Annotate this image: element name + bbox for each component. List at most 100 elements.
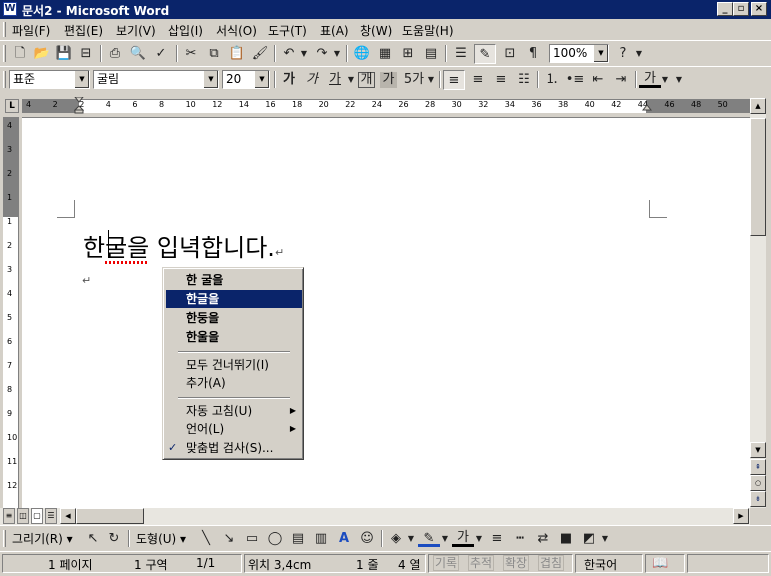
vertical-scrollbar[interactable]: ▲ ▼ ⇞ ○ ⇟ — [750, 98, 766, 508]
permission-icon[interactable]: ⊟ — [75, 44, 97, 64]
align-left-icon[interactable]: ≡ — [443, 70, 465, 90]
toolbar-options-icon[interactable]: ▼ — [634, 44, 644, 64]
autocorrect-item[interactable]: 자동 고침(U) ▶ — [166, 402, 302, 420]
toolbar-grip[interactable] — [3, 530, 6, 547]
horizontal-scrollbar[interactable]: ≡ ◫ ▢ ☰ ◀ ▶ — [0, 508, 750, 525]
font-color-draw-dropdown-icon[interactable]: ▼ — [474, 529, 484, 549]
undo-dropdown-icon[interactable]: ▼ — [299, 44, 309, 64]
char-border-button[interactable]: 개 — [358, 72, 375, 88]
font-size-dropdown-icon[interactable]: ▼ — [254, 71, 269, 88]
save-icon[interactable]: 💾 — [53, 44, 75, 64]
free-rotate-icon[interactable]: ↻ — [103, 529, 125, 549]
scroll-thumb[interactable] — [750, 118, 766, 236]
status-ext[interactable]: 확장 — [503, 555, 530, 571]
menu-file[interactable]: 파일(F) — [12, 22, 50, 39]
copy-icon[interactable]: ⧉ — [203, 44, 225, 64]
bullets-icon[interactable]: •≡ — [564, 70, 586, 90]
print-icon[interactable]: ⎙ — [104, 44, 126, 64]
select-browse-object-icon[interactable]: ○ — [750, 475, 766, 491]
style-combo[interactable]: 표준 ▼ — [9, 70, 90, 89]
insert-excel-icon[interactable]: ▤ — [420, 44, 442, 64]
align-right-icon[interactable]: ≡ — [490, 70, 512, 90]
distribute-icon[interactable]: ☷ — [513, 70, 535, 90]
bold-button[interactable]: 가 — [278, 70, 300, 90]
language-item[interactable]: 언어(L) ▶ — [166, 420, 302, 438]
normal-view-icon[interactable]: ≡ — [3, 508, 15, 524]
insert-table-icon[interactable]: ⊞ — [397, 44, 419, 64]
next-page-icon[interactable]: ⇟ — [750, 491, 766, 507]
toolbar-options-icon[interactable]: ▼ — [600, 529, 610, 549]
spelling-grammar-icon[interactable]: ✓ — [150, 44, 172, 64]
spelling-check-item[interactable]: ✓ 맞춤법 검사(S)... — [166, 439, 302, 457]
vertical-text-box-icon[interactable]: ▥ — [310, 529, 332, 549]
close-button[interactable]: × — [751, 2, 767, 16]
tab-selector-icon[interactable]: L — [5, 99, 19, 113]
arrow-style-icon[interactable]: ⇄ — [532, 529, 554, 549]
restore-button[interactable]: ▫ — [733, 2, 749, 16]
underline-button[interactable]: 가 — [324, 70, 346, 90]
scroll-up-icon[interactable]: ▲ — [750, 98, 766, 114]
underline-dropdown-icon[interactable]: ▼ — [346, 70, 356, 90]
toolbar-grip[interactable] — [3, 45, 6, 62]
menu-format[interactable]: 서식(O) — [216, 22, 257, 39]
wordart-icon[interactable]: A — [333, 529, 355, 549]
menu-insert[interactable]: 삽입(I) — [168, 22, 203, 39]
new-document-icon[interactable]: 🗋 — [9, 44, 31, 64]
redo-dropdown-icon[interactable]: ▼ — [332, 44, 342, 64]
font-color-dropdown-icon[interactable]: ▼ — [660, 70, 670, 90]
increase-indent-icon[interactable]: ⇥ — [610, 70, 632, 90]
web-layout-icon[interactable]: ◫ — [17, 508, 29, 524]
draw-menu-button[interactable]: 그리기(R) ▾ — [12, 530, 73, 547]
ruler-strip[interactable]: 4 2 2 4 6 8 10 12 14 16 18 20 22 24 26 28 30 32 34 36 38 40 42… — [22, 97, 750, 114]
spelling-status-icon[interactable]: 📖 — [652, 556, 668, 571]
redo-icon[interactable]: ↷ — [311, 44, 333, 64]
hyperlink-icon[interactable]: 🌐 — [351, 44, 373, 64]
columns-icon[interactable]: ☰ — [450, 44, 472, 64]
document-page[interactable]: 한굴을 입녁합니다.↵ ↵ — [22, 117, 750, 508]
line-icon[interactable]: ╲ — [195, 529, 217, 549]
toolbar-grip[interactable] — [3, 71, 6, 88]
zoom-combo[interactable]: 100% ▼ — [549, 44, 609, 63]
print-layout-icon[interactable]: ▢ — [31, 508, 43, 524]
clip-art-icon[interactable]: ☺ — [356, 529, 378, 549]
suggestion-item[interactable]: 한울을 — [166, 328, 302, 346]
misspelled-word[interactable]: 굴을 — [105, 234, 150, 264]
menu-window[interactable]: 창(W) — [360, 22, 392, 39]
zoom-dropdown-icon[interactable]: ▼ — [593, 45, 608, 62]
word-doc-icon[interactable]: W — [3, 2, 17, 16]
indent-marker-icon[interactable] — [74, 97, 84, 114]
status-ovr[interactable]: 겹침 — [538, 555, 565, 571]
menu-view[interactable]: 보기(V) — [116, 22, 156, 39]
suggestion-item-selected[interactable]: 한글을 — [166, 290, 302, 308]
fill-color-dropdown-icon[interactable]: ▼ — [406, 529, 416, 549]
menubar-grip[interactable] — [3, 22, 6, 37]
outline-view-icon[interactable]: ☰ — [45, 508, 57, 524]
print-preview-icon[interactable]: 🔍 — [127, 44, 149, 64]
toolbar-options-icon[interactable]: ▼ — [674, 70, 684, 90]
status-rec[interactable]: 기록 — [433, 555, 460, 571]
tables-borders-icon[interactable]: ▦ — [374, 44, 396, 64]
add-to-dictionary-item[interactable]: 추가(A) — [166, 374, 302, 392]
oval-icon[interactable]: ◯ — [264, 529, 286, 549]
undo-icon[interactable]: ↶ — [278, 44, 300, 64]
scroll-right-icon[interactable]: ▶ — [733, 508, 749, 524]
document-text[interactable]: 한굴을 입녁합니다.↵ — [83, 228, 284, 264]
drawing-icon[interactable]: ✎ — [474, 44, 496, 64]
paste-icon[interactable]: 📋 — [226, 44, 248, 64]
line-color-dropdown-icon[interactable]: ▼ — [440, 529, 450, 549]
help-icon[interactable]: ? — [612, 44, 634, 64]
font-dropdown-icon[interactable]: ▼ — [203, 71, 218, 88]
font-color-button[interactable]: 가 — [639, 70, 661, 88]
shadow-icon[interactable]: ■ — [555, 529, 577, 549]
previous-page-icon[interactable]: ⇞ — [750, 459, 766, 475]
cut-icon[interactable]: ✂ — [180, 44, 202, 64]
text-box-icon[interactable]: ▤ — [287, 529, 309, 549]
align-center-icon[interactable]: ≡ — [467, 70, 489, 90]
status-language[interactable]: 한국어 — [584, 556, 617, 573]
phonetic-guide-button[interactable]: 5가 — [402, 70, 426, 90]
arrow-icon[interactable]: ↘ — [218, 529, 240, 549]
autoshapes-menu-button[interactable]: 도형(U) ▾ — [136, 530, 186, 547]
font-combo[interactable]: 굴림 ▼ — [93, 70, 219, 89]
phonetic-dropdown-icon[interactable]: ▼ — [426, 70, 436, 90]
status-trk[interactable]: 추적 — [468, 555, 495, 571]
